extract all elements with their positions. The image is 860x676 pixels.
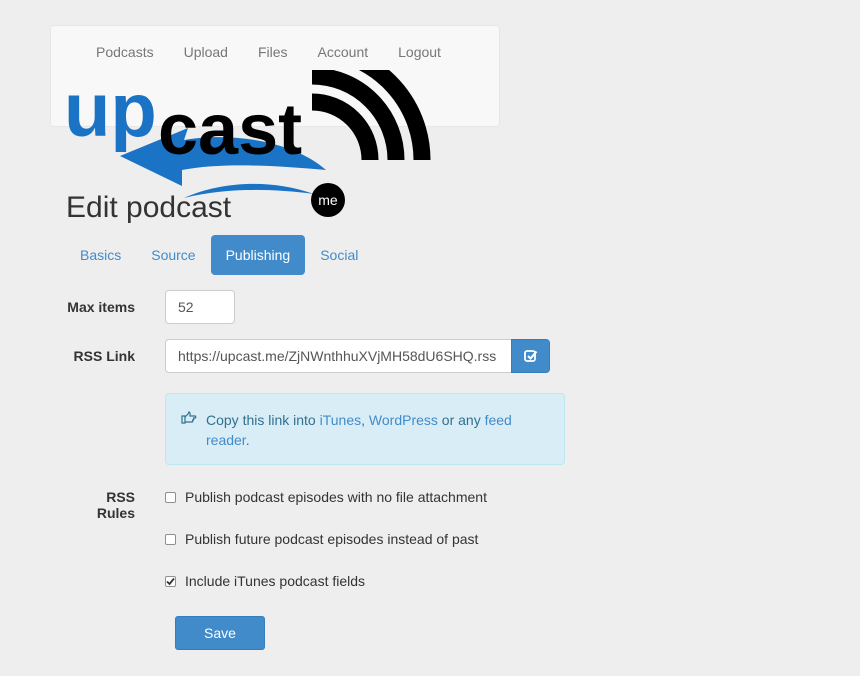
rule-no-attachment-checkbox[interactable]	[165, 491, 176, 503]
podcast-tabs: Basics Source Publishing Social	[65, 235, 373, 275]
checkmark-icon	[166, 577, 175, 585]
tab-social[interactable]: Social	[305, 235, 373, 275]
tab-publishing[interactable]: Publishing	[210, 235, 306, 275]
nav-link-logout[interactable]: Logout	[383, 43, 456, 61]
rss-link-input[interactable]: https://upcast.me/ZjNWnthhuXVjMH58dU6SHQ…	[165, 339, 512, 373]
rule-future-episodes-checkbox[interactable]	[165, 533, 176, 545]
max-items-label: Max items	[67, 299, 135, 315]
nav-link-files[interactable]: Files	[243, 43, 303, 61]
nav-link-podcasts[interactable]: Podcasts	[81, 43, 169, 61]
nav-link-account[interactable]: Account	[303, 43, 384, 61]
page-title: Edit podcast	[66, 191, 232, 224]
rule-itunes-fields-checkbox[interactable]	[165, 575, 176, 587]
rss-info-alert: Copy this link into iTunes, WordPress or…	[165, 393, 565, 465]
info-text-suffix: .	[245, 432, 250, 448]
rule-no-attachment-row[interactable]: Publish podcast episodes with no file at…	[165, 489, 487, 505]
rule-no-attachment-label: Publish podcast episodes with no file at…	[185, 489, 487, 505]
nav-menu: Podcasts Upload Files Account Logout	[81, 43, 456, 61]
logo-badge-me: me	[318, 192, 338, 208]
check-square-icon	[523, 350, 537, 362]
save-button[interactable]: Save	[175, 616, 265, 650]
copy-rss-button[interactable]	[511, 339, 550, 373]
nav-link-upload[interactable]: Upload	[169, 43, 243, 61]
hand-pointing-icon	[181, 411, 197, 424]
tab-basics[interactable]: Basics	[65, 235, 136, 275]
max-items-input[interactable]: 52	[165, 290, 235, 324]
logo-text-cast: cast	[158, 90, 302, 170]
info-text-sep: or any	[437, 412, 485, 428]
rss-link-label: RSS Link	[73, 348, 135, 364]
rule-itunes-fields-label: Include iTunes podcast fields	[185, 573, 366, 589]
rule-future-episodes-label: Publish future podcast episodes instead …	[185, 531, 479, 547]
tab-source[interactable]: Source	[136, 235, 210, 275]
info-text-prefix: Copy this link into	[206, 412, 320, 428]
rss-rules-label: RSS Rules	[96, 489, 135, 521]
wordpress-link[interactable]: WordPress	[369, 412, 438, 428]
rule-itunes-fields-row[interactable]: Include iTunes podcast fields	[165, 573, 365, 589]
rss-info-message: Copy this link into iTunes, WordPress or…	[181, 410, 536, 450]
info-text-sep: ,	[361, 412, 369, 428]
rule-future-episodes-row[interactable]: Publish future podcast episodes instead …	[165, 531, 478, 547]
itunes-link[interactable]: iTunes	[320, 412, 362, 428]
logo-text-up: up	[64, 70, 157, 153]
